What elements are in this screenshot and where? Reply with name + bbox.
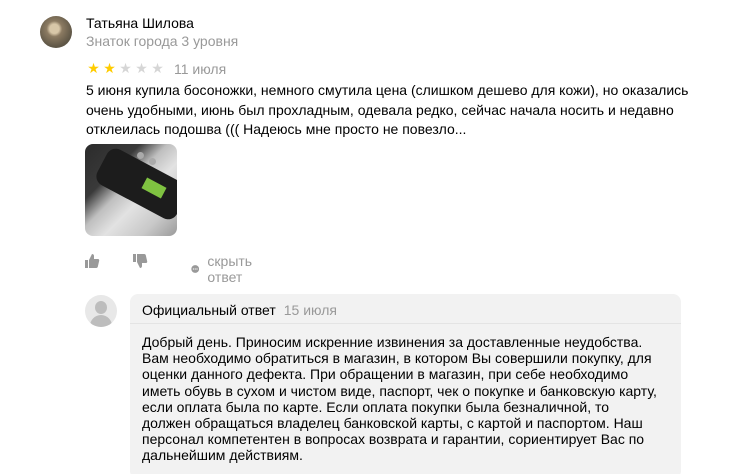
thumbs-up-icon[interactable] bbox=[84, 253, 100, 272]
official-answer-date: 15 июля bbox=[283, 302, 337, 318]
divider bbox=[130, 323, 681, 324]
author-level: Знаток города 3 уровня bbox=[86, 33, 239, 49]
official-answer-header: Официальный ответ 15 июля bbox=[142, 302, 337, 318]
official-answer-title: Официальный ответ bbox=[142, 302, 276, 318]
rating-stars: ★ ★ ★ ★ ★ bbox=[86, 61, 165, 75]
review-date: 11 июля bbox=[174, 61, 227, 77]
hide-answer-label: скрыть ответ bbox=[207, 253, 253, 285]
author-avatar[interactable] bbox=[40, 16, 72, 48]
star-empty-icon: ★ bbox=[135, 60, 148, 76]
star-empty-icon: ★ bbox=[151, 60, 164, 76]
comment-icon bbox=[191, 265, 200, 273]
author-name[interactable]: Татьяна Шилова bbox=[86, 15, 194, 31]
official-avatar bbox=[85, 295, 117, 327]
star-empty-icon: ★ bbox=[119, 60, 132, 76]
thumbs-down-icon[interactable] bbox=[132, 253, 148, 272]
official-answer-text: Добрый день. Приносим искренние извинени… bbox=[142, 334, 657, 464]
review-photo[interactable] bbox=[85, 144, 177, 236]
star-filled-icon: ★ bbox=[87, 60, 100, 76]
hide-answer-button[interactable]: скрыть ответ bbox=[191, 253, 258, 285]
star-filled-icon: ★ bbox=[103, 60, 116, 76]
review-text: 5 июня купила босоножки, немного смутила… bbox=[86, 82, 689, 137]
official-answer: Официальный ответ 15 июля Добрый день. Пр… bbox=[130, 294, 681, 474]
